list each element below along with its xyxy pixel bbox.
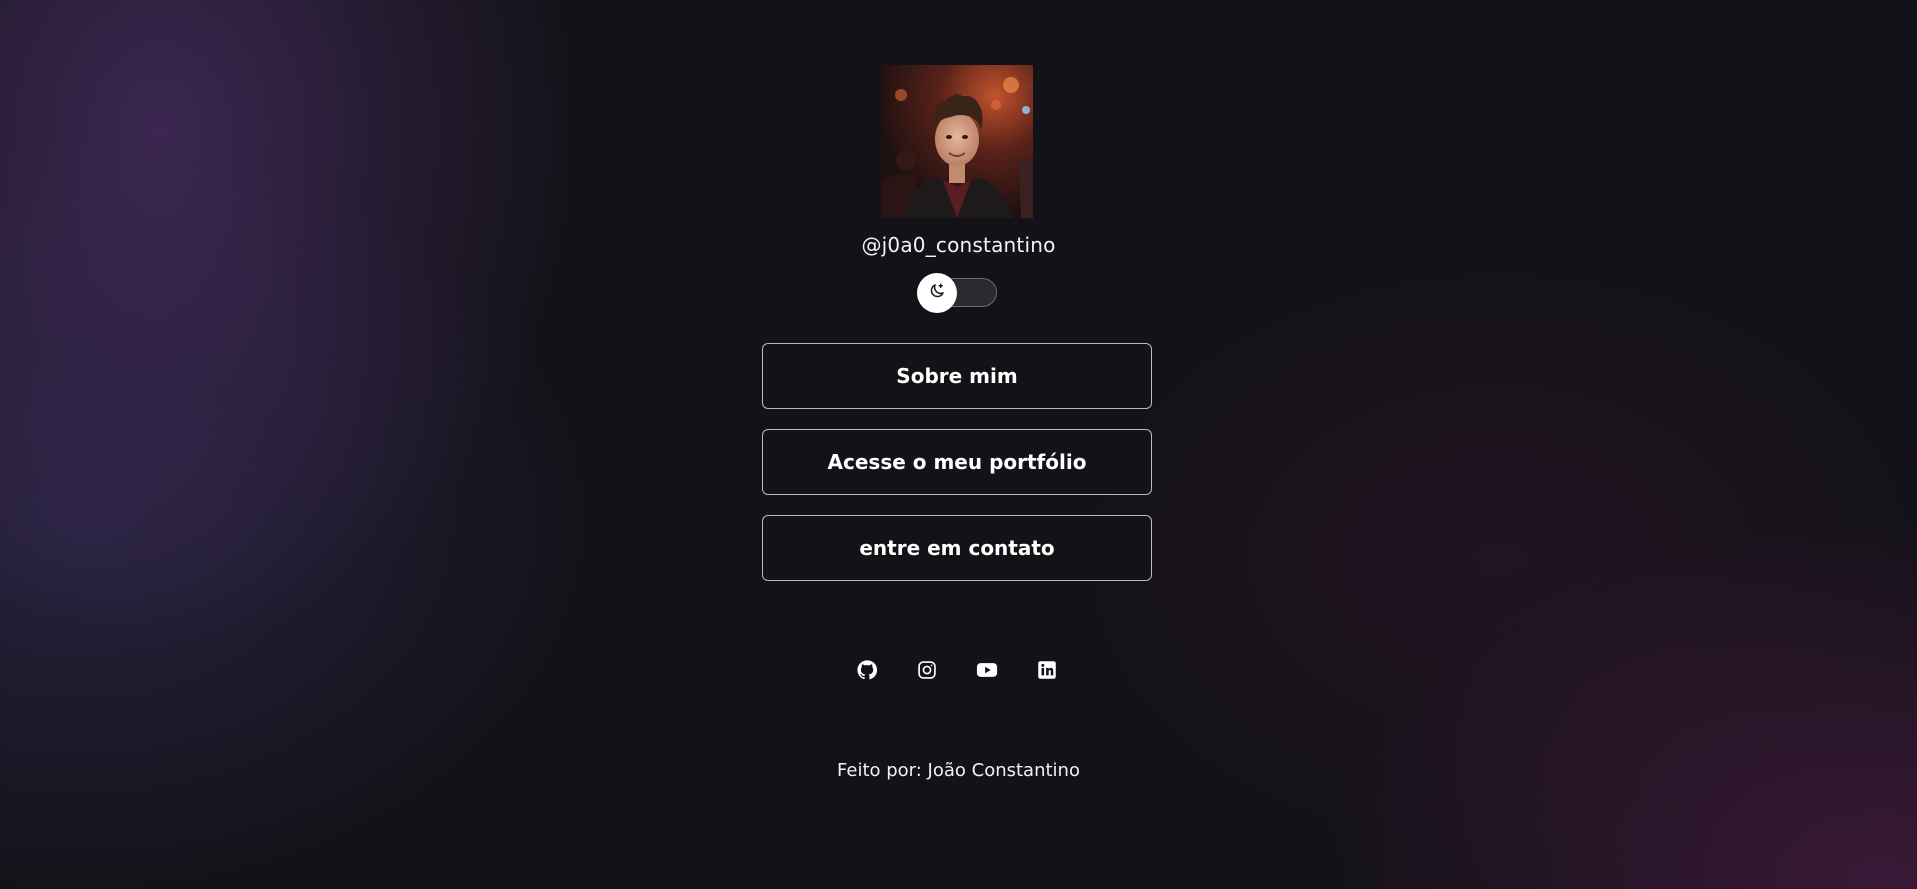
- avatar: [881, 65, 1033, 218]
- github-icon[interactable]: [855, 658, 879, 682]
- portfolio-button[interactable]: Acesse o meu portfólio: [762, 429, 1152, 495]
- page: @j0a0_constantino Sobre mim Acesse o meu…: [0, 0, 1917, 889]
- moon-sparkle-icon: [928, 282, 946, 304]
- youtube-icon[interactable]: [975, 658, 999, 682]
- instagram-icon[interactable]: [915, 658, 939, 682]
- profile-username: @j0a0_constantino: [861, 233, 1056, 257]
- contact-button[interactable]: entre em contato: [762, 515, 1152, 581]
- theme-toggle-knob[interactable]: [917, 273, 957, 313]
- linkedin-icon[interactable]: [1035, 658, 1059, 682]
- about-me-button[interactable]: Sobre mim: [762, 343, 1152, 409]
- social-links: [0, 658, 1917, 682]
- footer-credit: Feito por: João Constantino: [837, 760, 1080, 781]
